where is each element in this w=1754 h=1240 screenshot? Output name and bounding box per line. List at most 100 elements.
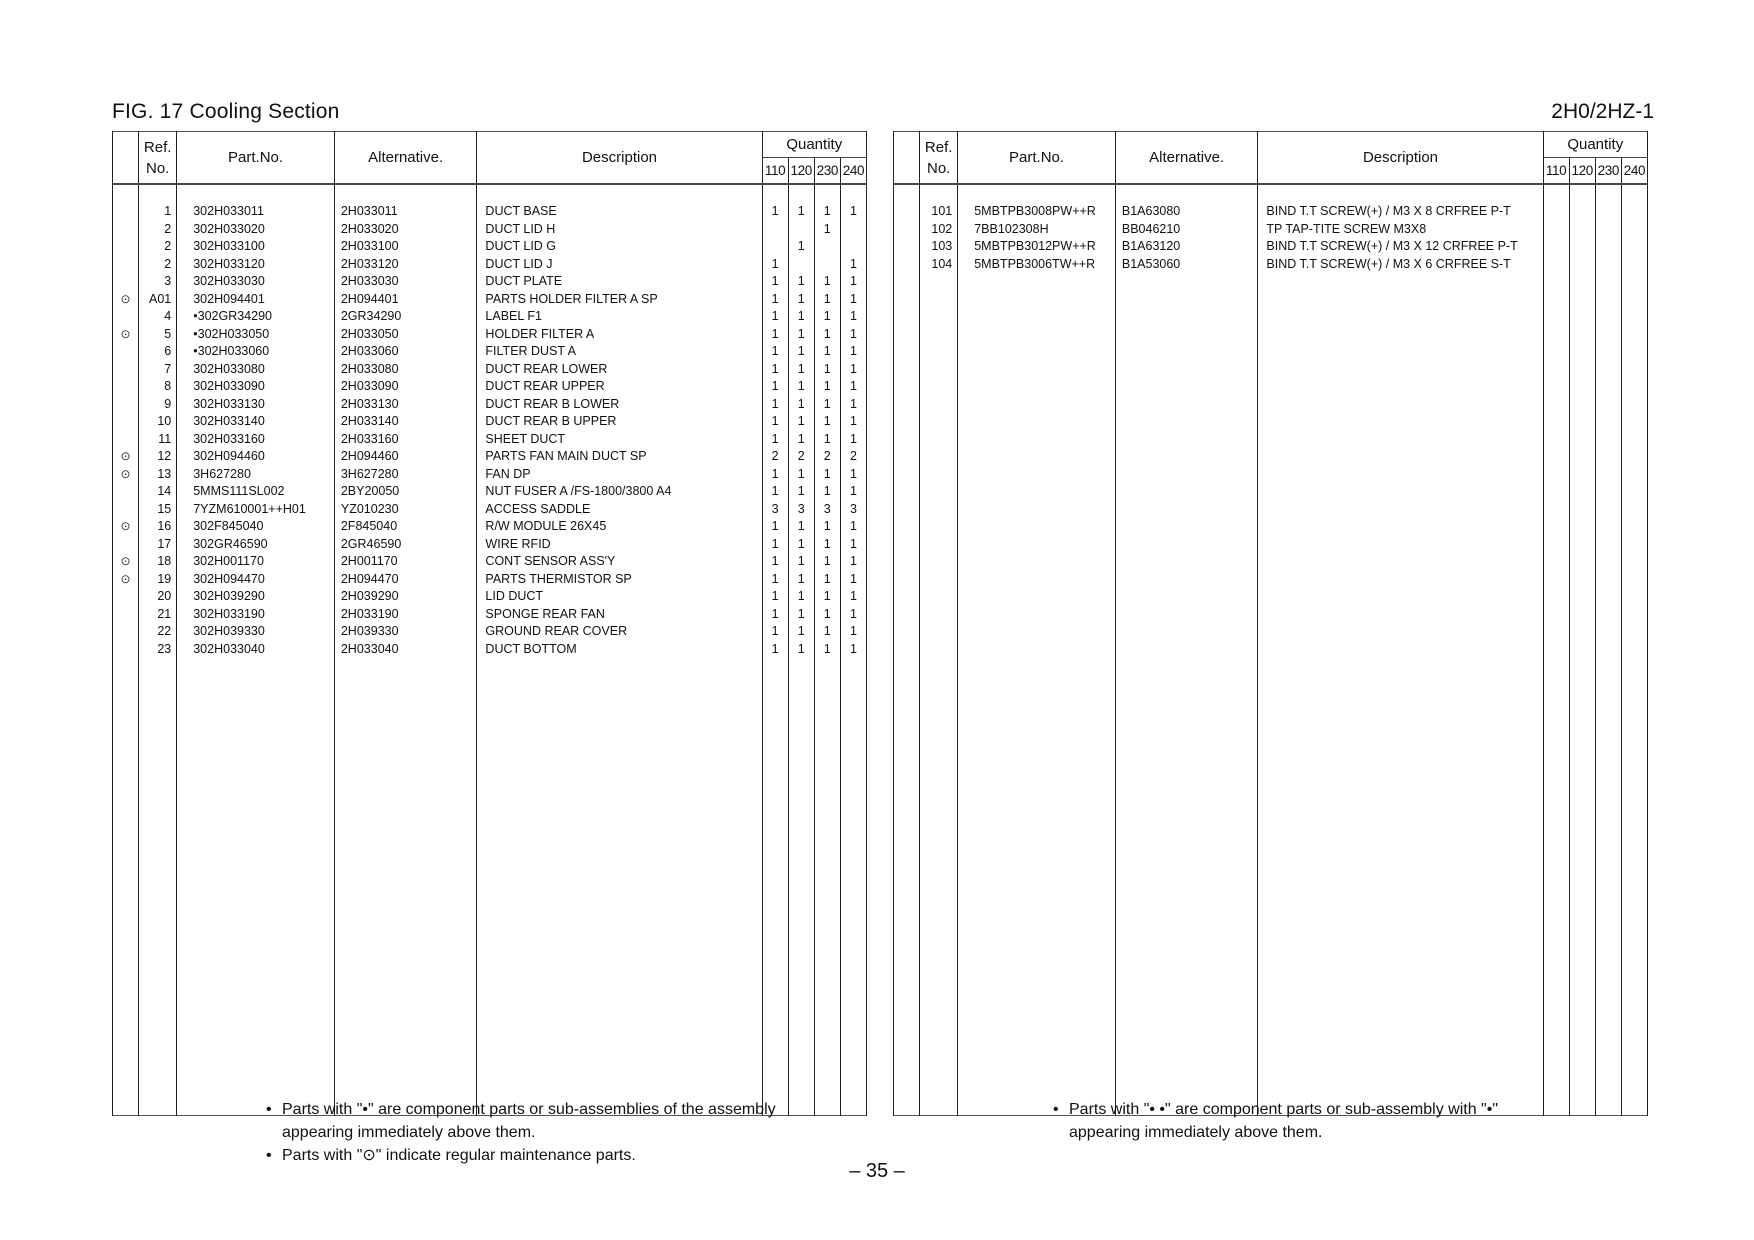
table-row-cell: DUCT PLATE xyxy=(485,274,563,288)
table-row-cell: 1 xyxy=(823,396,831,411)
table-row-cell: 1 xyxy=(797,204,805,218)
table-row-cell: 7 xyxy=(164,361,172,376)
table-row-cell: 17 xyxy=(157,536,172,551)
table-row-cell: 7YZM610001++H01 xyxy=(193,501,306,516)
table-row-cell: 1 xyxy=(823,484,831,498)
alternative-column: B1A63080 BB046210 B1A63120 B1A53060 xyxy=(1114,184,1259,1116)
table-row-cell: 1 xyxy=(797,326,805,341)
table-row-cell: 1 xyxy=(797,309,805,323)
table-row-cell: 1 xyxy=(771,519,779,533)
table-row-cell: 1 xyxy=(849,274,857,288)
table-row-cell: •302H033060 xyxy=(193,344,270,358)
table-row-cell: 1 xyxy=(797,519,805,533)
table-row-cell: DUCT REAR B LOWER xyxy=(485,396,620,411)
ref-header-line2: No. xyxy=(926,159,951,177)
table-row-cell: 1 xyxy=(849,554,857,568)
table-row-cell: 302H033040 xyxy=(193,641,265,656)
table-row-cell: 5MBTPB3008PW++R xyxy=(974,204,1096,218)
table-row-cell: 302H033020 xyxy=(193,221,265,236)
table-row-cell: 1 xyxy=(823,624,831,638)
ref-no-header: Ref. No. xyxy=(138,131,178,185)
maintenance-mark-icon xyxy=(894,256,919,274)
table-row-cell: CONT SENSOR ASS'Y xyxy=(485,554,616,568)
table-row-cell: 1 xyxy=(823,326,831,341)
table-row-cell: NUT FUSER A /FS-1800/3800 A4 xyxy=(485,484,672,498)
maintenance-mark-icon xyxy=(894,238,919,256)
table-row-cell: 2H094460 xyxy=(340,449,399,463)
table-row-cell xyxy=(763,221,788,239)
description-header: Description xyxy=(476,131,763,185)
table-row-cell: 3 xyxy=(849,501,857,516)
table-row-cell: •302H033050 xyxy=(193,326,270,341)
table-row-cell: 1 xyxy=(823,519,831,533)
table-row-cell: 302H094401 xyxy=(193,291,265,306)
table-row-cell: 1 xyxy=(164,204,172,218)
qty-230-header: 230 xyxy=(1594,157,1622,185)
note-sub-assembly: Parts with "•" are component parts or su… xyxy=(266,1098,806,1144)
table-row-cell: 1 xyxy=(823,554,831,568)
maintenance-mark-icon xyxy=(113,413,138,431)
table-row-cell: 2H033060 xyxy=(340,344,399,358)
qty-240-column xyxy=(1620,184,1649,1116)
table-row-cell: 302H033140 xyxy=(193,414,265,428)
table-row-cell xyxy=(1622,221,1647,239)
table-row-cell: 1 xyxy=(797,274,805,288)
maintenance-mark-icon: ⊙ xyxy=(120,291,131,306)
table-row-cell: 3H627280 xyxy=(193,466,251,481)
qty-120-column xyxy=(1568,184,1596,1116)
table-row-cell: 6 xyxy=(164,344,172,358)
table-row-cell: 2H033190 xyxy=(340,606,399,621)
maintenance-mark-icon xyxy=(113,536,138,554)
table-row-cell xyxy=(1622,238,1647,256)
table-row-cell xyxy=(789,256,814,274)
table-row-cell: 1 xyxy=(849,484,857,498)
maintenance-mark-icon xyxy=(113,501,138,519)
table-row-cell: 302H033120 xyxy=(193,256,265,271)
table-row-cell xyxy=(1622,203,1647,221)
table-row-cell: DUCT REAR LOWER xyxy=(485,361,608,376)
table-row-cell xyxy=(1596,238,1621,256)
table-row-cell: 2H033050 xyxy=(340,326,399,341)
table-row-cell: 2H033011 xyxy=(340,204,398,218)
table-row-cell: DUCT BASE xyxy=(485,204,557,218)
table-row-cell: 9 xyxy=(164,396,172,411)
table-row-cell: 1 xyxy=(823,571,831,586)
description-header: Description xyxy=(1257,131,1544,185)
table-row-cell: PARTS HOLDER FILTER A SP xyxy=(485,291,658,306)
table-row-cell: 1 xyxy=(797,379,805,393)
table-row-cell: 1 xyxy=(771,624,779,638)
table-row-cell: 2 xyxy=(164,256,172,271)
figure-title: FIG. 17 Cooling Section xyxy=(112,100,340,123)
table-row-cell: 1 xyxy=(823,414,831,428)
table-row-cell: HOLDER FILTER A xyxy=(485,326,595,341)
table-row-cell: 1 xyxy=(771,204,779,218)
table-row-cell: A01 xyxy=(148,291,172,306)
table-row-cell: 1 xyxy=(771,361,779,376)
table-row-cell: 5MMS111SL002 xyxy=(193,484,285,498)
table-row-cell: 1 xyxy=(797,239,805,253)
table-row-cell xyxy=(815,256,840,274)
table-row-cell: 2H033100 xyxy=(340,239,399,253)
maintenance-mark-icon: ⊙ xyxy=(120,466,131,481)
table-row-cell: 2H033130 xyxy=(340,396,399,411)
maintenance-mark-icon xyxy=(113,378,138,396)
table-row-cell: 302H094460 xyxy=(193,449,265,463)
table-row-cell: 1 xyxy=(771,309,779,323)
table-row-cell: 103 xyxy=(931,239,953,253)
table-row-cell: 1 xyxy=(849,571,857,586)
qty-240-header: 240 xyxy=(839,157,868,185)
table-row-cell: 1 xyxy=(849,519,857,533)
table-row-cell: 302F845040 xyxy=(193,519,264,533)
table-row-cell: SPONGE REAR FAN xyxy=(485,606,605,621)
table-row-cell xyxy=(763,238,788,256)
alternative-header: Alternative. xyxy=(1114,131,1259,185)
table-row-cell: FILTER DUST A xyxy=(485,344,576,358)
table-row-cell: B1A63080 xyxy=(1121,204,1181,218)
table-row-cell: 3 xyxy=(797,501,805,516)
mark-column-header xyxy=(892,131,921,185)
notes-right: Parts with "• •" are component parts or … xyxy=(1053,1098,1553,1144)
table-row-cell: 1 xyxy=(771,344,779,358)
table-row-cell: BIND T.T SCREW(+) / M3 X 8 CRFREE P-T xyxy=(1266,204,1511,218)
description-column: DUCT BASE DUCT LID H DUCT LID G DUCT LID J D… xyxy=(476,184,763,1116)
part-no-column: 5MBTPB3008PW++R 7BB102308H 5MBTPB3012PW++R… xyxy=(957,184,1116,1116)
